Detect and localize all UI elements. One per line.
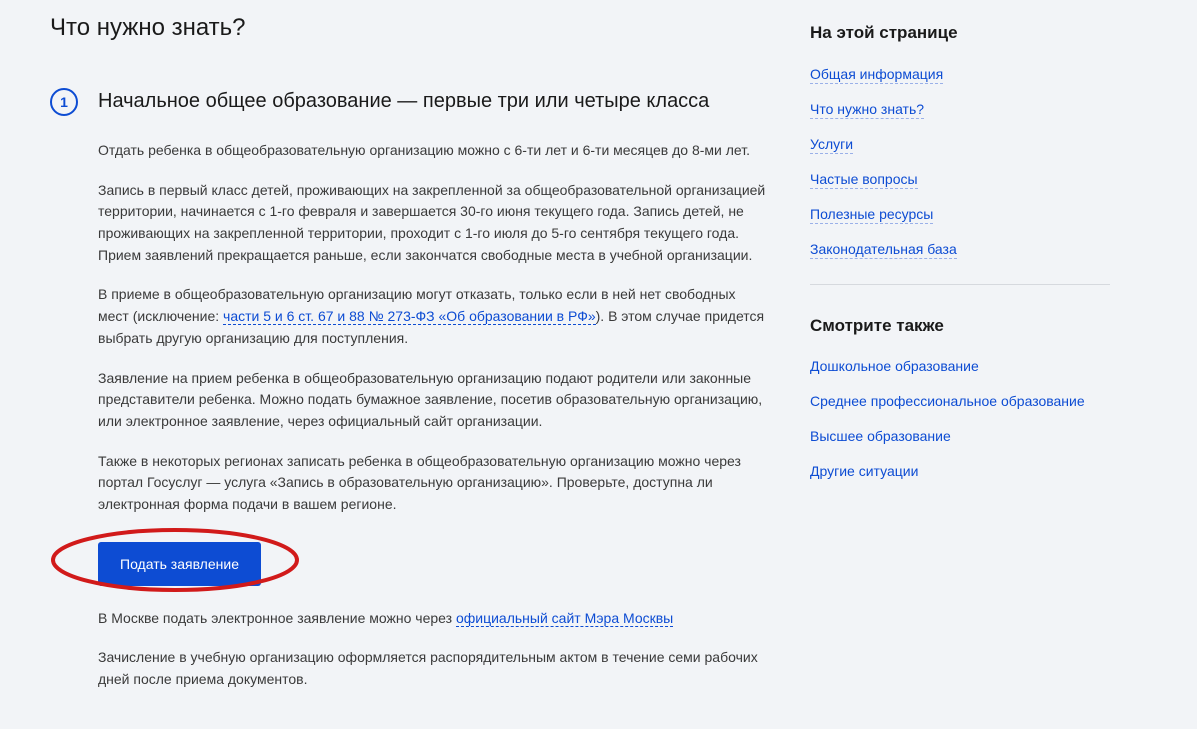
toc-link-what-to-know[interactable]: Что нужно знать?: [810, 101, 924, 119]
related-link-secondary-prof[interactable]: Среднее профессиональное образование: [810, 393, 1085, 410]
section-heading: Начальное общее образование — первые три…: [98, 86, 770, 116]
toc-link-general-info[interactable]: Общая информация: [810, 66, 943, 84]
related-link-preschool[interactable]: Дошкольное образование: [810, 358, 979, 375]
toc-item: Частые вопросы: [810, 169, 1110, 190]
moscow-mayor-link[interactable]: официальный сайт Мэра Москвы: [456, 610, 673, 627]
section-1: 1 Начальное общее образование — первые т…: [50, 86, 770, 709]
submit-button-wrap: Подать заявление: [98, 542, 261, 586]
toc-item: Услуги: [810, 134, 1110, 155]
related-link-other[interactable]: Другие ситуации: [810, 463, 918, 480]
related-list: Дошкольное образование Среднее профессио…: [810, 356, 1110, 482]
paragraph-4: Заявление на прием ребенка в общеобразов…: [98, 368, 770, 433]
toc-link-services[interactable]: Услуги: [810, 136, 853, 154]
page-title: Что нужно знать?: [50, 10, 770, 46]
law-link[interactable]: части 5 и 6 ст. 67 и 88 № 273-ФЗ «Об обр…: [223, 308, 596, 325]
paragraph-1: Отдать ребенка в общеобразовательную орг…: [98, 140, 770, 162]
toc-item: Полезные ресурсы: [810, 204, 1110, 225]
paragraph-7: Зачисление в учебную организацию оформля…: [98, 647, 770, 690]
related-item: Высшее образование: [810, 426, 1110, 447]
toc-heading: На этой странице: [810, 20, 1110, 46]
section-number-badge: 1: [50, 88, 78, 116]
submit-application-button[interactable]: Подать заявление: [98, 542, 261, 586]
paragraph-5: Также в некоторых регионах записать ребе…: [98, 451, 770, 516]
toc-link-legislation[interactable]: Законодательная база: [810, 241, 957, 259]
toc-item: Что нужно знать?: [810, 99, 1110, 120]
paragraph-3: В приеме в общеобразовательную организац…: [98, 284, 770, 349]
toc-list: Общая информация Что нужно знать? Услуги…: [810, 64, 1110, 260]
toc-item: Общая информация: [810, 64, 1110, 85]
toc-link-faq[interactable]: Частые вопросы: [810, 171, 918, 189]
toc-link-resources[interactable]: Полезные ресурсы: [810, 206, 933, 224]
toc-item: Законодательная база: [810, 239, 1110, 260]
paragraph-6: В Москве подать электронное заявление мо…: [98, 608, 770, 630]
paragraph-2: Запись в первый класс детей, проживающих…: [98, 180, 770, 267]
related-item: Другие ситуации: [810, 461, 1110, 482]
sidebar-divider: [810, 284, 1110, 285]
related-link-higher-ed[interactable]: Высшее образование: [810, 428, 951, 445]
paragraph-6-text-a: В Москве подать электронное заявление мо…: [98, 610, 456, 626]
related-heading: Смотрите также: [810, 313, 1110, 339]
related-item: Среднее профессиональное образование: [810, 391, 1110, 412]
related-item: Дошкольное образование: [810, 356, 1110, 377]
